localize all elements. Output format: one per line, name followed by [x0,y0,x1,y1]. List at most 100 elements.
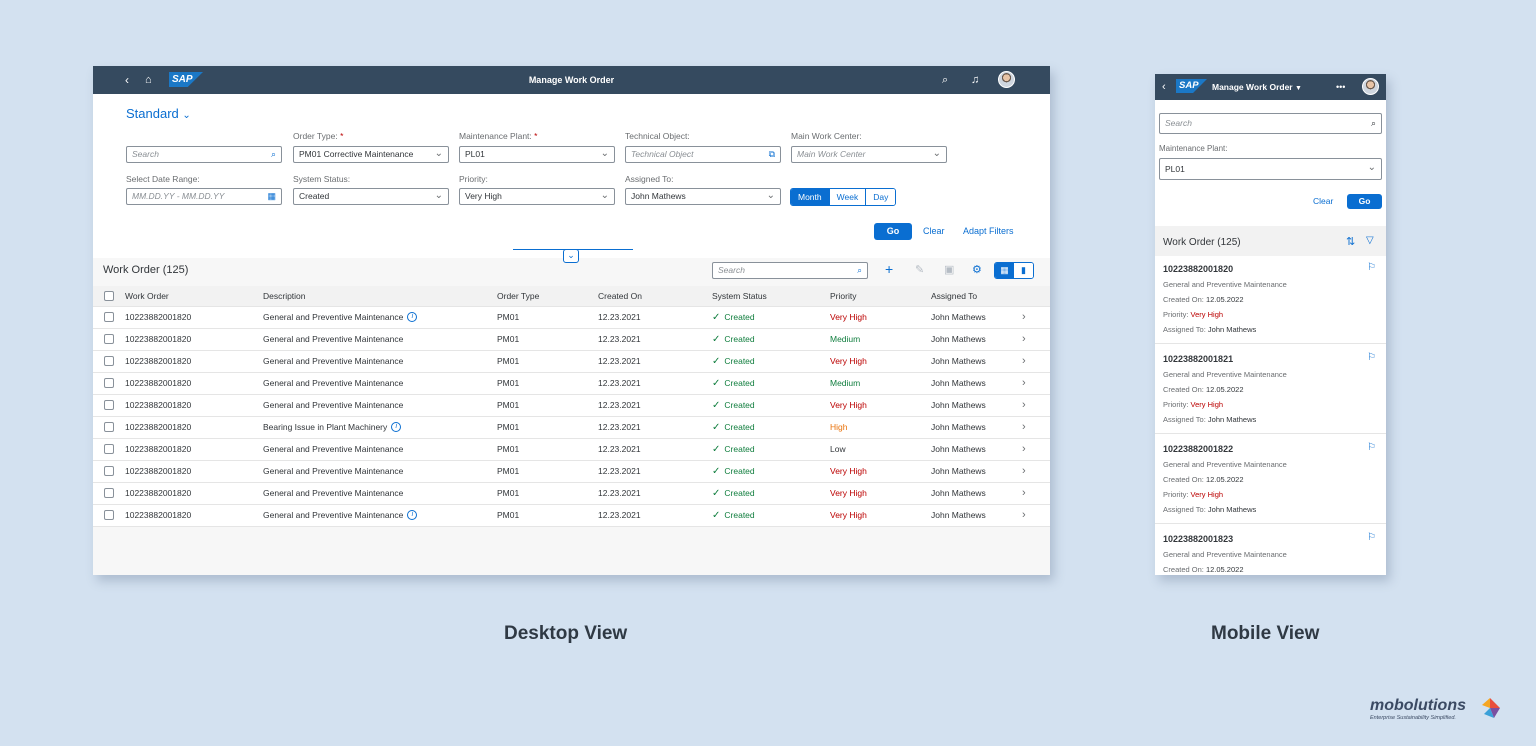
chevron-right-icon[interactable]: › [1022,460,1050,483]
table-row[interactable]: 10223882001820 General and Preventive Mai… [93,394,1050,417]
settings-icon[interactable]: ⚙ [972,262,982,279]
order-type-select[interactable]: PM01 Corrective Maintenance ⌄ [293,146,449,163]
chart-view-icon[interactable]: ▮ [1014,263,1033,278]
calendar-icon[interactable]: ▦ [267,189,276,204]
created-on-cell: 12.23.2021 [598,328,712,351]
flag-icon[interactable]: ⚐ [1367,352,1376,363]
save-icon[interactable]: ▣ [944,262,954,279]
row-checkbox[interactable] [104,444,114,455]
chevron-right-icon[interactable]: › [1022,438,1050,461]
flag-icon[interactable]: ⚐ [1367,262,1376,273]
column-header[interactable]: System Status [712,286,830,307]
value-help-icon[interactable]: ⧉ [769,147,775,162]
more-icon[interactable]: ••• [1336,74,1345,100]
mobile-clear-button[interactable]: Clear [1313,196,1333,206]
search-icon[interactable]: ⌕ [942,66,948,94]
bell-icon[interactable]: ♫ [971,66,979,94]
edit-icon[interactable]: ✎ [915,262,924,279]
chevron-right-icon[interactable]: › [1022,328,1050,351]
mobile-go-button[interactable]: Go [1347,194,1382,209]
chevron-right-icon[interactable]: › [1022,350,1050,373]
main-work-center-select[interactable]: Main Work Center ⌄ [791,146,947,163]
table-row[interactable]: 10223882001820 General and Preventive Mai… [93,504,1050,527]
chevron-right-icon[interactable]: › [1022,306,1050,329]
table-view-icon[interactable]: ▦ [995,263,1014,278]
variant-selector[interactable]: Standard ⌄ [126,106,191,121]
column-header[interactable]: Created On [598,286,712,307]
go-button[interactable]: Go [874,223,912,240]
mobile-list-item[interactable]: 10223882001823 ⚐ General and Preventive Ma… [1155,526,1386,575]
filter-icon[interactable]: ▽ [1366,235,1374,246]
row-checkbox[interactable] [104,334,114,345]
search-icon[interactable]: ⌕ [857,263,862,278]
chevron-right-icon[interactable]: › [1022,482,1050,505]
system-status-select[interactable]: Created ⌄ [293,188,449,205]
assigned-to-cell: John Mathews [931,394,1022,417]
sort-icon[interactable]: ⇅ [1346,235,1355,248]
mobile-app-title[interactable]: Manage Work Order ▼ [1212,74,1302,102]
table-row[interactable]: 10223882001820 Bearing Issue in Plant Mac… [93,416,1050,439]
adapt-filters-button[interactable]: Adapt Filters [963,226,1014,236]
table-row[interactable]: 10223882001820 General and Preventive Mai… [93,438,1050,461]
mobile-maintenance-plant-select[interactable]: PL01 ⌄ [1159,158,1382,180]
avatar[interactable] [1362,78,1379,95]
clear-button[interactable]: Clear [923,226,945,236]
flag-icon[interactable]: ⚐ [1367,532,1376,543]
maintenance-plant-select[interactable]: PL01 ⌄ [459,146,615,163]
collapse-filter-button[interactable]: ⌄ [563,249,579,263]
maintenance-plant-label: Maintenance Plant: * [459,131,537,141]
row-checkbox[interactable] [104,356,114,367]
table-row[interactable]: 10223882001820 General and Preventive Mai… [93,460,1050,483]
required-marker: * [534,131,538,141]
created-on-cell: 12.23.2021 [598,372,712,395]
mobile-search-input[interactable]: Search ⌕ [1159,113,1382,134]
technical-object-input[interactable]: Technical Object ⧉ [625,146,781,163]
column-header[interactable]: Assigned To [931,286,1022,307]
mobile-list-item[interactable]: 10223882001820 ⚐ General and Preventive Ma… [1155,256,1386,344]
segment-week[interactable]: Week [829,189,867,205]
column-header[interactable]: Description [263,286,497,307]
row-checkbox[interactable] [104,510,114,521]
info-icon[interactable]: i [391,422,402,433]
table-row[interactable]: 10223882001820 General and Preventive Mai… [93,306,1050,329]
row-checkbox[interactable] [104,312,114,323]
row-checkbox[interactable] [104,400,114,411]
row-checkbox[interactable] [104,488,114,499]
priority-select[interactable]: Very High ⌄ [459,188,615,205]
search-icon[interactable]: ⌕ [271,147,276,162]
column-header[interactable]: Work Order [125,286,263,307]
add-icon[interactable]: + [885,261,893,278]
row-checkbox[interactable] [104,422,114,433]
mobile-list-item[interactable]: 10223882001821 ⚐ General and Preventive Ma… [1155,346,1386,434]
info-icon[interactable]: i [407,312,418,323]
chevron-right-icon[interactable]: › [1022,372,1050,395]
system-status-cell: ✓ Created [712,394,830,417]
info-icon[interactable]: i [407,510,418,521]
column-header[interactable]: Order Type [497,286,598,307]
mobile-list-item[interactable]: 10223882001822 ⚐ General and Preventive Ma… [1155,436,1386,524]
back-icon[interactable]: ‹ [1162,74,1166,100]
date-range-input[interactable]: MM.DD.YY - MM.DD.YY ▦ [126,188,282,205]
chevron-right-icon[interactable]: › [1022,394,1050,417]
table-row[interactable]: 10223882001820 General and Preventive Mai… [93,372,1050,395]
segment-day[interactable]: Day [866,189,896,205]
table-row[interactable]: 10223882001820 General and Preventive Mai… [93,482,1050,505]
row-checkbox[interactable] [104,466,114,477]
avatar[interactable] [998,71,1015,88]
search-icon[interactable]: ⌕ [1371,114,1376,133]
search-input[interactable]: Search ⌕ [126,146,282,163]
maintenance-plant-label-text: Maintenance Plant: [459,131,532,141]
chevron-right-icon[interactable]: › [1022,416,1050,439]
table-row[interactable]: 10223882001820 General and Preventive Mai… [93,328,1050,351]
select-all-checkbox[interactable] [104,291,114,302]
search-placeholder: Search [132,149,159,159]
chevron-right-icon[interactable]: › [1022,504,1050,527]
table-row[interactable]: 10223882001820 General and Preventive Mai… [93,350,1050,373]
segment-month[interactable]: Month [791,189,830,205]
row-checkbox[interactable] [104,378,114,389]
table-search-input[interactable]: Search ⌕ [712,262,868,279]
column-header[interactable]: Priority [830,286,931,307]
assigned-to-select[interactable]: John Mathews ⌄ [625,188,781,205]
sap-logo[interactable]: SAP [1176,79,1207,93]
flag-icon[interactable]: ⚐ [1367,442,1376,453]
